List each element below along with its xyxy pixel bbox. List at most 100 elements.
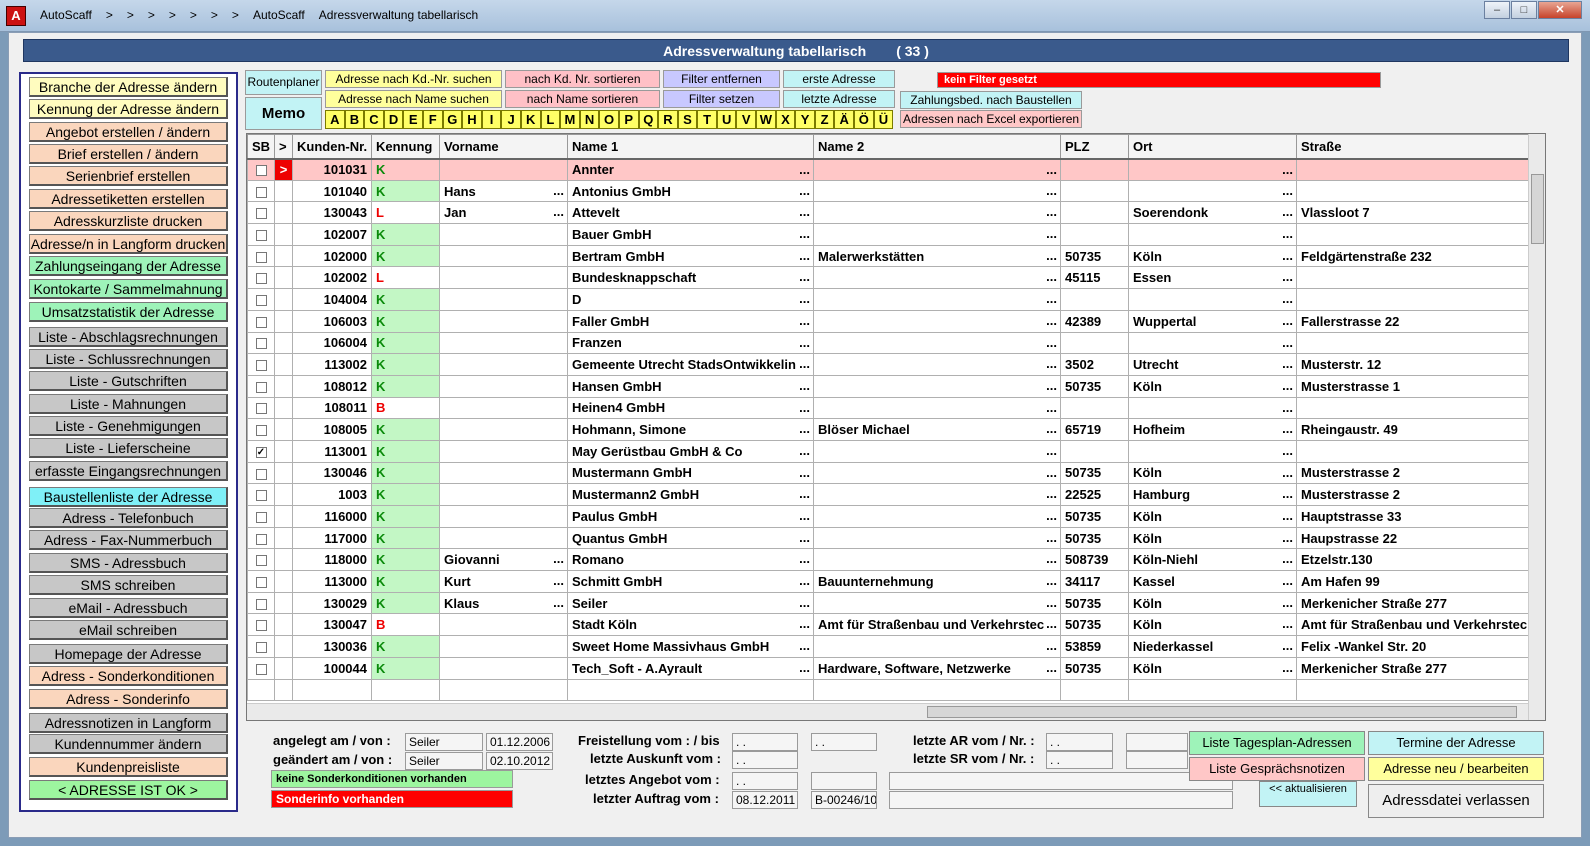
termine-button[interactable]: Termine der Adresse (1368, 731, 1544, 755)
row-checkbox[interactable]: ✓ (255, 446, 267, 458)
row-checkbox[interactable] (255, 555, 267, 567)
filter-remove-button[interactable]: Filter entfernen (663, 70, 780, 88)
maximize-button[interactable]: □ (1511, 1, 1537, 19)
tagesplan-list-button[interactable]: Liste Tagesplan-Adressen (1189, 731, 1365, 755)
filter-set-button[interactable]: Filter setzen (663, 90, 780, 108)
search-name-button[interactable]: Adresse nach Name suchen (325, 90, 502, 108)
table-row[interactable]: 1003K Mustermann2 GmbH 22525HamburgMusters… (247, 483, 1545, 506)
row-checkbox[interactable] (255, 229, 267, 241)
letter-filter-button[interactable]: R (658, 110, 678, 129)
letter-filter-button[interactable]: K (520, 110, 541, 129)
table-row[interactable]: 113000KKurtSchmitt GmbHBauunternehmung34… (247, 570, 1545, 593)
table-row[interactable]: 102000K Bertram GmbHMalerwerkstätten50735… (247, 244, 1545, 268)
row-checkbox[interactable] (255, 165, 267, 177)
address-edit-button[interactable]: Adresse neu / bearbeiten (1368, 757, 1544, 781)
refresh-button[interactable]: << aktualisieren (1259, 781, 1357, 807)
minimize-button[interactable]: ‒ (1484, 1, 1510, 19)
sidebar-button-adressetiketten-erstellen[interactable]: Adressetiketten erstellen (29, 189, 228, 209)
sidebar-button-liste-abschlagsrechnungen[interactable]: Liste - Abschlagsrechnungen (29, 327, 228, 347)
column-header[interactable]: PLZ (1060, 134, 1129, 160)
row-checkbox[interactable] (255, 468, 267, 480)
row-checkbox[interactable] (255, 576, 267, 588)
letter-filter-button[interactable]: L (540, 110, 561, 129)
table-row[interactable]: 104004 K D (247, 288, 1545, 311)
sidebar-button-baustellenliste-der-adresse[interactable]: Baustellenliste der Adresse (29, 487, 228, 507)
scroll-thumb[interactable] (1531, 174, 1544, 244)
sidebar-button-adresskurzliste-drucken[interactable]: Adresskurzliste drucken (29, 211, 228, 231)
letter-filter-button[interactable]: C (364, 110, 384, 129)
sidebar-button-adress-telefonbuch[interactable]: Adress - Telefonbuch (29, 508, 228, 528)
table-row[interactable]: 130046K Mustermann GmbH 50735KölnMusterstr… (247, 461, 1545, 485)
sidebar-button-adress-fax-nummerbuch[interactable]: Adress - Fax-Nummerbuch (29, 530, 228, 550)
sidebar-button-liste-mahnungen[interactable]: Liste - Mahnungen (29, 394, 228, 414)
letter-filter-button[interactable]: S (677, 110, 698, 129)
letter-filter-button[interactable]: H (462, 110, 482, 129)
letter-filter-button[interactable]: W (756, 110, 776, 129)
sb-cell[interactable]: ✓ (247, 439, 275, 463)
letter-filter-button[interactable]: M (560, 110, 580, 129)
row-checkbox[interactable] (255, 598, 267, 610)
table-row[interactable]: 117000K Quantus GmbH 50735KölnHaupstrasse … (247, 526, 1545, 550)
routenplaner-button[interactable]: Routenplaner (245, 70, 322, 95)
sb-cell[interactable] (247, 548, 275, 572)
table-row[interactable]: 106004 K Franzen (247, 331, 1545, 355)
sb-cell[interactable] (247, 591, 275, 615)
row-checkbox[interactable] (255, 425, 267, 437)
sidebar-button-email-adressbuch[interactable]: eMail - Adressbuch (29, 598, 228, 618)
sb-cell[interactable] (247, 158, 275, 181)
last-address-button[interactable]: letzte Adresse (783, 90, 895, 108)
letter-filter-button[interactable]: X (775, 110, 796, 129)
sb-cell[interactable] (247, 461, 275, 485)
table-row[interactable]: 100044K Tech_Soft - A.AyraultHardware, So… (247, 656, 1545, 680)
row-checkbox[interactable] (255, 642, 267, 654)
row-checkbox[interactable] (255, 490, 267, 502)
letter-filter-button[interactable]: V (736, 110, 757, 129)
sb-cell[interactable] (247, 635, 275, 658)
sb-cell[interactable] (247, 570, 275, 593)
letter-filter-button[interactable]: N (579, 110, 600, 129)
sidebar-button-sms-adressbuch[interactable]: SMS - Adressbuch (29, 553, 228, 573)
first-address-button[interactable]: erste Adresse (783, 70, 895, 88)
memo-button[interactable]: Memo (245, 97, 322, 130)
letter-filter-button[interactable]: P (618, 110, 639, 129)
column-header[interactable]: Ort (1128, 134, 1297, 160)
sidebar-button-adress-sonderkonditionen[interactable]: Adress - Sonderkonditionen (29, 666, 228, 686)
letter-filter-button[interactable]: Ä (834, 110, 855, 129)
table-row[interactable]: 116000K Paulus GmbH 50735KölnHauptstrasse … (247, 505, 1545, 528)
letter-filter-button[interactable]: U (716, 110, 737, 129)
table-row[interactable]: 130036K Sweet Home Massivhaus GmbH 53859Ni… (247, 635, 1545, 658)
sidebar-button-zahlungseingang-der-adresse[interactable]: Zahlungseingang der Adresse (29, 256, 228, 276)
table-row[interactable]: >101031 K Annter (247, 158, 1545, 181)
sb-cell[interactable] (247, 613, 275, 637)
column-header[interactable]: Name 2 (813, 134, 1061, 160)
search-kdnr-button[interactable]: Adresse nach Kd.-Nr. suchen (325, 70, 502, 88)
sidebar-button-umsatzstatistik-der-adresse[interactable]: Umsatzstatistik der Adresse (29, 302, 228, 322)
sb-cell[interactable] (247, 331, 275, 355)
letter-filter-button[interactable]: B (344, 110, 365, 129)
sb-cell[interactable] (247, 418, 275, 441)
sb-cell[interactable] (247, 201, 275, 225)
table-row[interactable]: 130043LJanAttevelt SoerendonkVlassloot 7 (247, 201, 1545, 225)
sb-cell[interactable] (247, 526, 275, 550)
column-header[interactable]: Kennung (371, 134, 440, 160)
row-checkbox[interactable] (255, 360, 267, 372)
letter-filter-button[interactable]: T (697, 110, 717, 129)
table-row[interactable]: 102002L Bundesknappschaft 45115Essen (247, 266, 1545, 290)
row-checkbox[interactable] (255, 251, 267, 263)
column-header[interactable]: Name 1 (567, 134, 814, 160)
horizontal-scrollbar[interactable] (247, 703, 1528, 720)
row-checkbox[interactable] (255, 295, 267, 307)
column-header[interactable]: > (274, 134, 293, 160)
letter-filter-button[interactable]: D (383, 110, 404, 129)
sidebar-button-email-schreiben[interactable]: eMail schreiben (29, 620, 228, 640)
letter-filter-button[interactable]: E (403, 110, 423, 129)
letter-filter-button[interactable]: O (599, 110, 619, 129)
letter-filter-button[interactable]: Ö (854, 110, 874, 129)
sidebar-button-adresse-n-in-langform-drucken[interactable]: Adresse/n in Langform drucken (29, 234, 228, 254)
row-checkbox[interactable] (255, 273, 267, 285)
letter-filter-button[interactable]: I (481, 110, 502, 129)
sidebar-button-sms-schreiben[interactable]: SMS schreiben (29, 575, 228, 595)
column-header[interactable]: Vorname (439, 134, 568, 160)
sb-cell[interactable] (247, 309, 275, 333)
table-row[interactable]: 130047BStadt KölnAmt für Straßenbau und … (247, 613, 1545, 637)
